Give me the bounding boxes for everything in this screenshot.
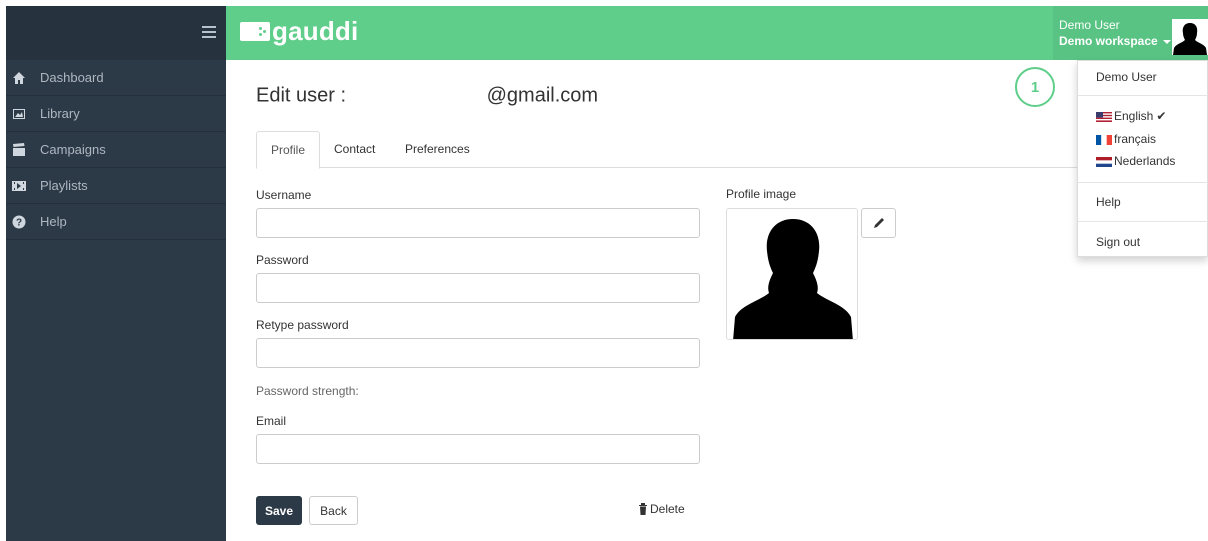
sidebar-item-label: Dashboard — [40, 70, 104, 85]
retype-password-label: Retype password — [256, 318, 349, 332]
app-frame: Dashboard Library Campaigns Playlists ? … — [0, 0, 1208, 541]
nl-flag-icon — [1096, 156, 1112, 167]
profile-image-label: Profile image — [726, 187, 797, 201]
sidebar-item-help[interactable]: ? Help — [6, 204, 226, 240]
divider — [1078, 221, 1208, 222]
user-menu-toggle[interactable]: Demo User Demo workspace — [1053, 6, 1208, 60]
user-dropdown-menu: Demo User English ✔ français Nederlands H… — [1077, 60, 1208, 257]
sidebar-item-label: Campaigns — [40, 142, 106, 157]
us-flag-icon — [1096, 111, 1112, 122]
divider — [1078, 95, 1208, 96]
film-icon — [12, 179, 26, 193]
delete-button[interactable]: Delete — [638, 502, 685, 516]
save-button[interactable]: Save — [256, 496, 302, 525]
header-user-name: Demo User — [1059, 18, 1120, 32]
email-input[interactable] — [256, 434, 700, 464]
sidebar-item-label: Library — [40, 106, 80, 121]
hamburger-icon[interactable] — [202, 26, 216, 38]
language-french[interactable]: français — [1096, 132, 1156, 146]
top-header: gauddi Demo User Demo workspace — [226, 6, 1208, 60]
svg-text:?: ? — [16, 217, 22, 228]
sidebar-item-playlists[interactable]: Playlists — [6, 168, 226, 204]
sidebar-item-label: Help — [40, 214, 67, 229]
trash-icon — [639, 503, 647, 515]
home-icon — [12, 71, 26, 85]
header-workspace: Demo workspace — [1059, 34, 1171, 48]
tab-preferences[interactable]: Preferences — [391, 131, 484, 168]
delete-label: Delete — [650, 502, 685, 516]
page-title: Edit user : @gmail.com — [256, 84, 599, 108]
clapperboard-icon — [12, 142, 26, 157]
logo[interactable]: gauddi — [240, 16, 358, 47]
sidebar-item-dashboard[interactable]: Dashboard — [6, 60, 226, 96]
password-input[interactable] — [256, 273, 700, 303]
step-callout: 1 — [1015, 67, 1055, 107]
logo-text: gauddi — [272, 16, 359, 46]
sidebar-item-campaigns[interactable]: Campaigns — [6, 132, 226, 168]
language-dutch[interactable]: Nederlands — [1096, 154, 1175, 168]
username-label: Username — [256, 188, 312, 202]
question-icon: ? — [12, 215, 26, 229]
checkmark-icon: ✔ — [1156, 109, 1167, 123]
sidebar: Dashboard Library Campaigns Playlists ? … — [6, 6, 226, 541]
email-label: Email — [256, 414, 287, 428]
edit-profile-image-button[interactable] — [861, 208, 896, 238]
divider — [1078, 182, 1208, 183]
redacted-email — [351, 84, 487, 108]
logo-mark-icon — [240, 22, 270, 41]
caret-down-icon — [1162, 39, 1171, 44]
avatar — [1172, 19, 1208, 55]
password-label: Password — [256, 253, 309, 267]
dropdown-help[interactable]: Help — [1096, 195, 1121, 209]
language-english[interactable]: English ✔ — [1096, 109, 1166, 123]
tab-profile[interactable]: Profile — [256, 131, 321, 169]
image-icon — [12, 107, 26, 121]
retype-password-input[interactable] — [256, 338, 700, 368]
main-content: Edit user : @gmail.com Profile Contact P… — [226, 60, 1208, 541]
dropdown-user[interactable]: Demo User — [1096, 70, 1157, 84]
back-button[interactable]: Back — [309, 496, 358, 525]
pencil-icon — [873, 218, 884, 228]
password-strength-label: Password strength: — [256, 384, 359, 398]
sidebar-top — [6, 6, 226, 60]
tab-contact[interactable]: Contact — [320, 131, 389, 168]
tab-bar: Profile Contact Preferences — [256, 131, 1196, 169]
username-input[interactable] — [256, 208, 700, 238]
sign-out-link[interactable]: Sign out — [1096, 235, 1140, 249]
sidebar-item-library[interactable]: Library — [6, 96, 226, 132]
profile-image — [726, 208, 858, 340]
sidebar-item-label: Playlists — [40, 178, 88, 193]
fr-flag-icon — [1096, 134, 1112, 145]
profile-silhouette-icon — [733, 219, 853, 339]
